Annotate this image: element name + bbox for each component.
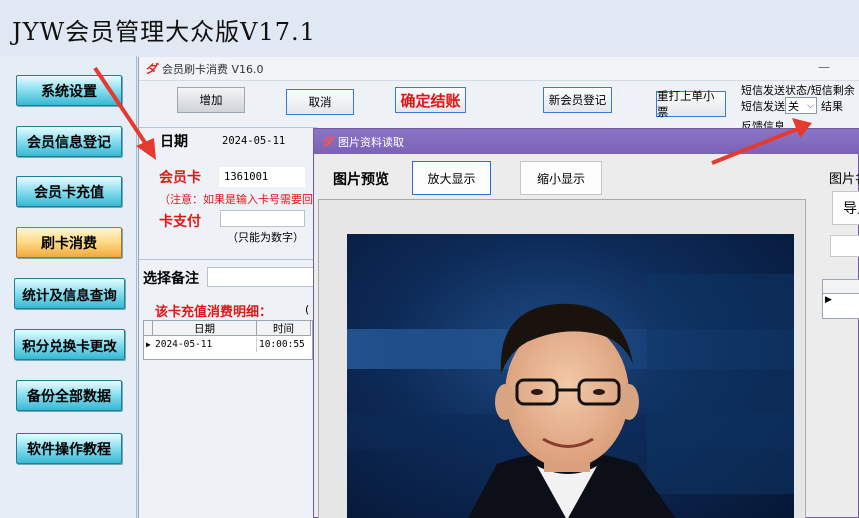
sidebar-item-tutorial[interactable]: 软件操作教程 bbox=[16, 433, 122, 464]
table-cell-date[interactable]: 2024-05-11 bbox=[153, 337, 257, 352]
divider bbox=[139, 127, 317, 128]
sms-send-select[interactable]: 关 ⌵ bbox=[785, 97, 817, 114]
remark-field[interactable] bbox=[207, 267, 317, 287]
card-pay-field[interactable] bbox=[220, 210, 305, 227]
portrait-illustration bbox=[347, 274, 794, 518]
zoom-out-button[interactable]: 缩小显示 bbox=[520, 161, 602, 195]
table-cell-time[interactable]: 10:00:55 bbox=[257, 337, 311, 352]
app-logo-icon: ダ bbox=[320, 135, 333, 149]
member-card-field[interactable]: 1361001 bbox=[219, 167, 305, 187]
reprint-receipt-button[interactable]: 重打上单小票 bbox=[656, 89, 726, 119]
sidebar-item-backup[interactable]: 备份全部数据 bbox=[16, 380, 122, 411]
sidebar-item-card-recharge[interactable]: 会员卡充值 bbox=[16, 176, 122, 207]
cancel-button[interactable]: 取消 bbox=[286, 89, 354, 115]
remark-label: 选择备注 bbox=[143, 271, 199, 287]
column-header-time[interactable]: 时间 bbox=[257, 321, 311, 336]
app-logo-icon: ダ bbox=[144, 62, 157, 76]
card-pay-label: 卡支付 bbox=[159, 214, 201, 230]
sms-send-value: 关 bbox=[788, 99, 799, 113]
row-pointer-icon: ▶ bbox=[146, 340, 151, 349]
sms-status-label: 短信发送状态/短信剩余 bbox=[741, 84, 855, 97]
sms-result-label: 结果 bbox=[821, 99, 843, 113]
detail-paren: ( bbox=[305, 303, 310, 316]
image-list-grid: ▶ bbox=[822, 279, 859, 319]
new-member-button[interactable]: 新会员登记 bbox=[543, 87, 612, 113]
detail-grid: 日期 时间 ▶ 2024-05-11 10:00:55 bbox=[143, 320, 313, 360]
sidebar-item-statistics[interactable]: 统计及信息查询 bbox=[14, 278, 125, 309]
detail-title: 该卡充值消费明细： bbox=[155, 305, 273, 320]
member-card-label: 会员卡 bbox=[159, 170, 201, 186]
sidebar-item-member-register[interactable]: 会员信息登记 bbox=[16, 126, 122, 157]
image-name-field[interactable] bbox=[830, 235, 859, 257]
member-photo bbox=[347, 234, 794, 518]
sidebar-item-points-exchange[interactable]: 积分兑换卡更改 bbox=[14, 329, 125, 360]
column-header-date[interactable]: 日期 bbox=[153, 321, 257, 336]
sidebar-item-system-settings[interactable]: 系统设置 bbox=[16, 75, 122, 106]
zoom-in-button[interactable]: 放大显示 bbox=[412, 161, 491, 195]
app-title: JYW会员管理大众版V17.1 bbox=[12, 18, 316, 46]
image-read-dialog: ダ 图片资料读取 图片预览 放大显示 缩小显示 图片名 导入 ▶ bbox=[313, 128, 859, 518]
add-button[interactable]: 增加 bbox=[177, 87, 245, 113]
sms-send-row: 短信发送 关 ⌵ 结果 bbox=[741, 97, 843, 114]
date-label: 日期 bbox=[160, 134, 188, 150]
preview-label: 图片预览 bbox=[333, 172, 389, 188]
image-name-label: 图片名 bbox=[829, 172, 859, 187]
row-pointer-icon: ▶ bbox=[825, 295, 832, 305]
date-field[interactable]: 2024-05-11 bbox=[217, 131, 309, 151]
sidebar-item-card-consume[interactable]: 刷卡消费 bbox=[16, 227, 122, 258]
image-preview-frame bbox=[318, 199, 806, 518]
dialog-titlebar: ダ 图片资料读取 bbox=[314, 129, 859, 154]
numbers-only-hint: （只能为数字） bbox=[227, 231, 304, 244]
chevron-down-icon: ⌵ bbox=[807, 100, 814, 111]
minimize-icon[interactable]: — bbox=[818, 60, 830, 74]
dialog-title: 图片资料读取 bbox=[338, 135, 404, 149]
grid-corner bbox=[144, 321, 153, 336]
sidebar: 系统设置 会员信息登记 会员卡充值 刷卡消费 统计及信息查询 积分兑换卡更改 备… bbox=[0, 56, 137, 518]
import-button[interactable]: 导入 bbox=[832, 191, 859, 225]
card-input-note: （注意：如果是输入卡号需要回车 bbox=[159, 193, 314, 206]
window-titlebar: ダ 会员刷卡消费 V16.0 — bbox=[139, 57, 859, 81]
sms-send-label: 短信发送 bbox=[741, 99, 785, 113]
window-title: 会员刷卡消费 V16.0 bbox=[162, 62, 264, 76]
confirm-checkout-button[interactable]: 确定结账 bbox=[395, 87, 466, 113]
grid-header bbox=[823, 280, 859, 294]
divider bbox=[139, 259, 317, 260]
